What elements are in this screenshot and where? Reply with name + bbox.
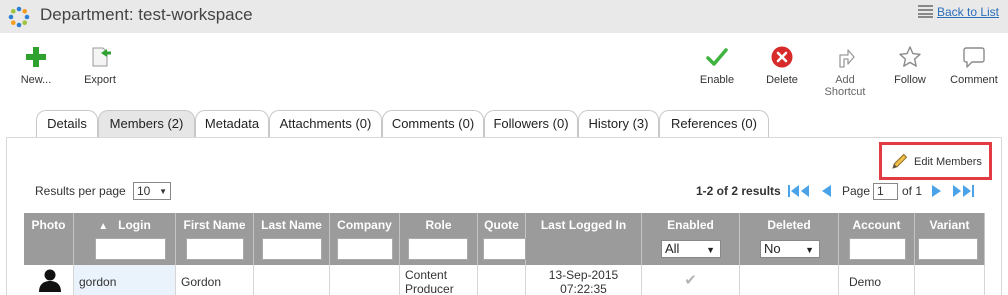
dropdown-arrow-icon: ▼ [159, 187, 167, 196]
company-filter-input[interactable] [337, 238, 393, 260]
delete-x-icon [771, 46, 793, 68]
col-header-account[interactable]: Account [839, 213, 915, 265]
previous-page-icon[interactable] [820, 184, 832, 198]
tab-history[interactable]: History (3) [578, 110, 659, 138]
last-logged-in-cell: 13-Sep-2015 07:22:35 [526, 265, 642, 295]
variant-cell [915, 265, 985, 295]
enabled-cell: ✔ [642, 265, 740, 295]
comment-button-label: Comment [950, 74, 998, 86]
add-shortcut-button[interactable]: Add Shortcut [820, 45, 870, 98]
tab-attachments[interactable]: Attachments (0) [269, 110, 382, 138]
col-header-deleted[interactable]: Deleted No ▼ [740, 213, 839, 265]
list-icon [918, 5, 933, 18]
tab-members[interactable]: Members (2) [98, 110, 195, 138]
toolbar: New... Export Enable Delete Add Shortcut… [0, 33, 1008, 105]
dropdown-arrow-icon: ▼ [706, 245, 715, 255]
add-shortcut-label-line1: Add [835, 74, 855, 86]
col-header-enabled[interactable]: Enabled All ▼ [642, 213, 740, 265]
tab-details[interactable]: Details [36, 110, 98, 138]
col-header-last-logged-in[interactable]: Last Logged In [526, 213, 642, 265]
sort-ascending-icon: ▲ [98, 221, 109, 232]
export-button-label: Export [84, 74, 116, 86]
enabled-check-icon: ✔ [684, 272, 697, 289]
col-header-photo: Photo [24, 213, 74, 265]
login-filter-input[interactable] [95, 238, 166, 260]
delete-button[interactable]: Delete [762, 45, 802, 86]
add-shortcut-label-line2: Shortcut [824, 86, 866, 98]
quote-cell [478, 265, 526, 295]
results-per-page-value: 10 [137, 184, 151, 198]
edit-members-button[interactable]: Edit Members [879, 142, 992, 180]
col-header-quote[interactable]: Quote [478, 213, 526, 265]
new-button[interactable]: New... [16, 45, 56, 86]
edit-members-label: Edit Members [914, 156, 982, 168]
last-name-cell [254, 265, 330, 295]
last-page-icon[interactable] [952, 184, 976, 198]
col-header-first-name[interactable]: First Name [176, 213, 254, 265]
export-button[interactable]: Export [80, 45, 120, 86]
photo-cell [24, 265, 74, 295]
back-to-list-link[interactable]: Back to List [937, 5, 999, 19]
last-name-filter-input[interactable] [262, 238, 322, 260]
page-title: Department: test-workspace [40, 5, 253, 24]
tab-metadata[interactable]: Metadata [195, 110, 269, 138]
role-cell: Content Producer [400, 265, 478, 295]
account-cell: Demo [839, 265, 915, 295]
variant-filter-input[interactable] [918, 238, 978, 260]
follow-button-label: Follow [894, 74, 926, 86]
pencil-icon [892, 153, 908, 169]
quote-filter-input[interactable] [483, 238, 526, 260]
company-cell [330, 265, 400, 295]
col-header-login[interactable]: ▲ Login [74, 213, 176, 265]
account-filter-input[interactable] [849, 238, 906, 260]
checkmark-icon [706, 48, 728, 66]
dropdown-arrow-icon: ▼ [805, 245, 814, 255]
page-number-input[interactable]: 1 [873, 183, 898, 200]
first-name-cell: Gordon [176, 265, 254, 295]
results-per-page-label: Results per page [35, 184, 126, 198]
enable-button-label: Enable [699, 74, 735, 86]
deleted-filter-select[interactable]: No ▼ [760, 240, 820, 258]
page-label: Page [842, 184, 871, 198]
col-header-role[interactable]: Role [400, 213, 478, 265]
comment-button[interactable]: Comment [947, 45, 1001, 86]
shortcut-arrow-icon [839, 49, 855, 68]
tab-references[interactable]: References (0) [659, 110, 769, 138]
results-per-page-select[interactable]: 10 ▼ [133, 182, 171, 200]
first-page-icon[interactable] [788, 184, 810, 198]
user-silhouette-icon [39, 269, 61, 292]
tab-comments[interactable]: Comments (0) [382, 110, 484, 138]
title-bar: Department: test-workspace Back to List [0, 0, 1008, 33]
follow-button[interactable]: Follow [890, 45, 930, 86]
plus-icon [26, 47, 46, 67]
tab-followers[interactable]: Followers (0) [484, 110, 578, 138]
next-page-icon[interactable] [931, 184, 943, 198]
col-header-login-label: Login [118, 218, 151, 232]
deleted-cell [740, 265, 839, 295]
col-header-company[interactable]: Company [330, 213, 400, 265]
page-of-total: of 1 [902, 184, 923, 198]
enabled-filter-select[interactable]: All ▼ [661, 240, 721, 258]
col-header-variant[interactable]: Variant [915, 213, 985, 265]
first-name-filter-input[interactable] [186, 238, 244, 260]
new-button-label: New... [20, 74, 52, 86]
app-logo-icon [8, 6, 30, 28]
delete-button-label: Delete [766, 74, 798, 86]
export-icon [92, 47, 111, 67]
enable-button[interactable]: Enable [697, 45, 737, 86]
results-count: 1-2 of 2 results [696, 184, 781, 198]
login-cell[interactable]: gordon [74, 265, 176, 295]
col-header-last-name[interactable]: Last Name [254, 213, 330, 265]
role-filter-input[interactable] [408, 238, 468, 260]
comment-bubble-icon [963, 47, 985, 68]
star-icon [899, 46, 921, 67]
